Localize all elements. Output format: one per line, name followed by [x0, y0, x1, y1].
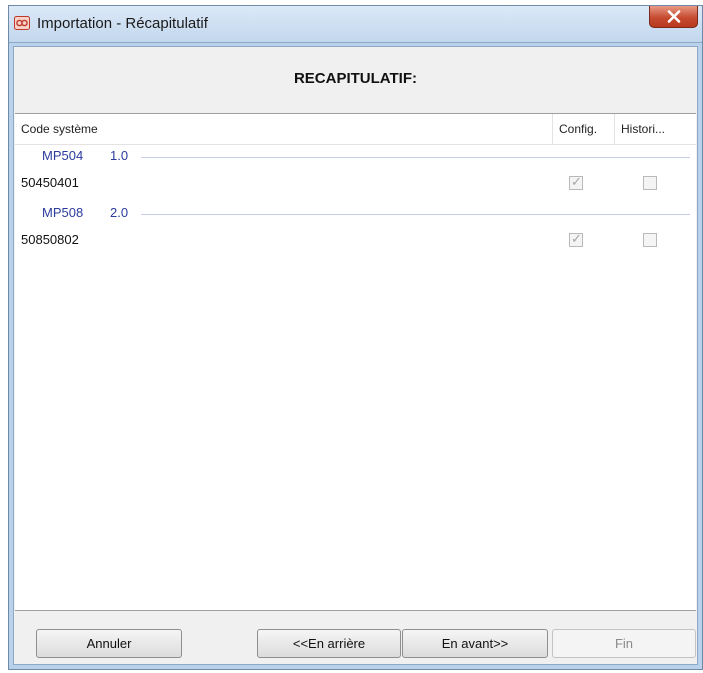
- group-header[interactable]: MP504 1.0: [15, 145, 696, 169]
- next-button[interactable]: En avant>>: [402, 629, 548, 658]
- list-item[interactable]: 50450401 ✓: [15, 169, 696, 197]
- column-header-histo[interactable]: Histori...: [615, 114, 696, 144]
- group-header[interactable]: MP508 2.0: [15, 202, 696, 226]
- column-header-code[interactable]: Code système: [15, 114, 553, 144]
- import-window: Importation - Récapitulatif RECAPITULATI…: [8, 5, 703, 670]
- list-item[interactable]: 50850802 ✓: [15, 226, 696, 254]
- cancel-button[interactable]: Annuler: [36, 629, 182, 658]
- dialog-body: RECAPITULATIF: Code système Config. Hist…: [13, 46, 698, 665]
- summary-list[interactable]: Code système Config. Histori... MP504 1.…: [15, 113, 696, 611]
- window-title: Importation - Récapitulatif: [37, 15, 208, 32]
- system-code: 50850802: [21, 232, 79, 247]
- history-checkbox[interactable]: [643, 176, 657, 190]
- finish-button[interactable]: Fin: [552, 629, 696, 658]
- close-icon: [667, 10, 681, 23]
- group-version: 2.0: [110, 205, 129, 220]
- column-header-config[interactable]: Config.: [553, 114, 615, 144]
- back-button[interactable]: <<En arrière: [257, 629, 401, 658]
- close-button[interactable]: [649, 6, 698, 28]
- group-name: MP504: [42, 148, 84, 163]
- group-name: MP508: [42, 205, 84, 220]
- group-version: 1.0: [110, 148, 129, 163]
- page-title: RECAPITULATIF:: [293, 70, 418, 87]
- system-code: 50450401: [21, 175, 79, 190]
- history-checkbox[interactable]: [643, 233, 657, 247]
- column-headers: Code système Config. Histori...: [15, 114, 696, 145]
- config-checkbox[interactable]: ✓: [569, 174, 583, 190]
- title-bar[interactable]: Importation - Récapitulatif: [9, 6, 702, 43]
- check-icon: ✓: [571, 174, 582, 189]
- config-checkbox[interactable]: ✓: [569, 231, 583, 247]
- app-icon: [14, 16, 30, 30]
- group-divider: [141, 157, 690, 158]
- group-divider: [141, 214, 690, 215]
- check-icon: ✓: [571, 231, 582, 246]
